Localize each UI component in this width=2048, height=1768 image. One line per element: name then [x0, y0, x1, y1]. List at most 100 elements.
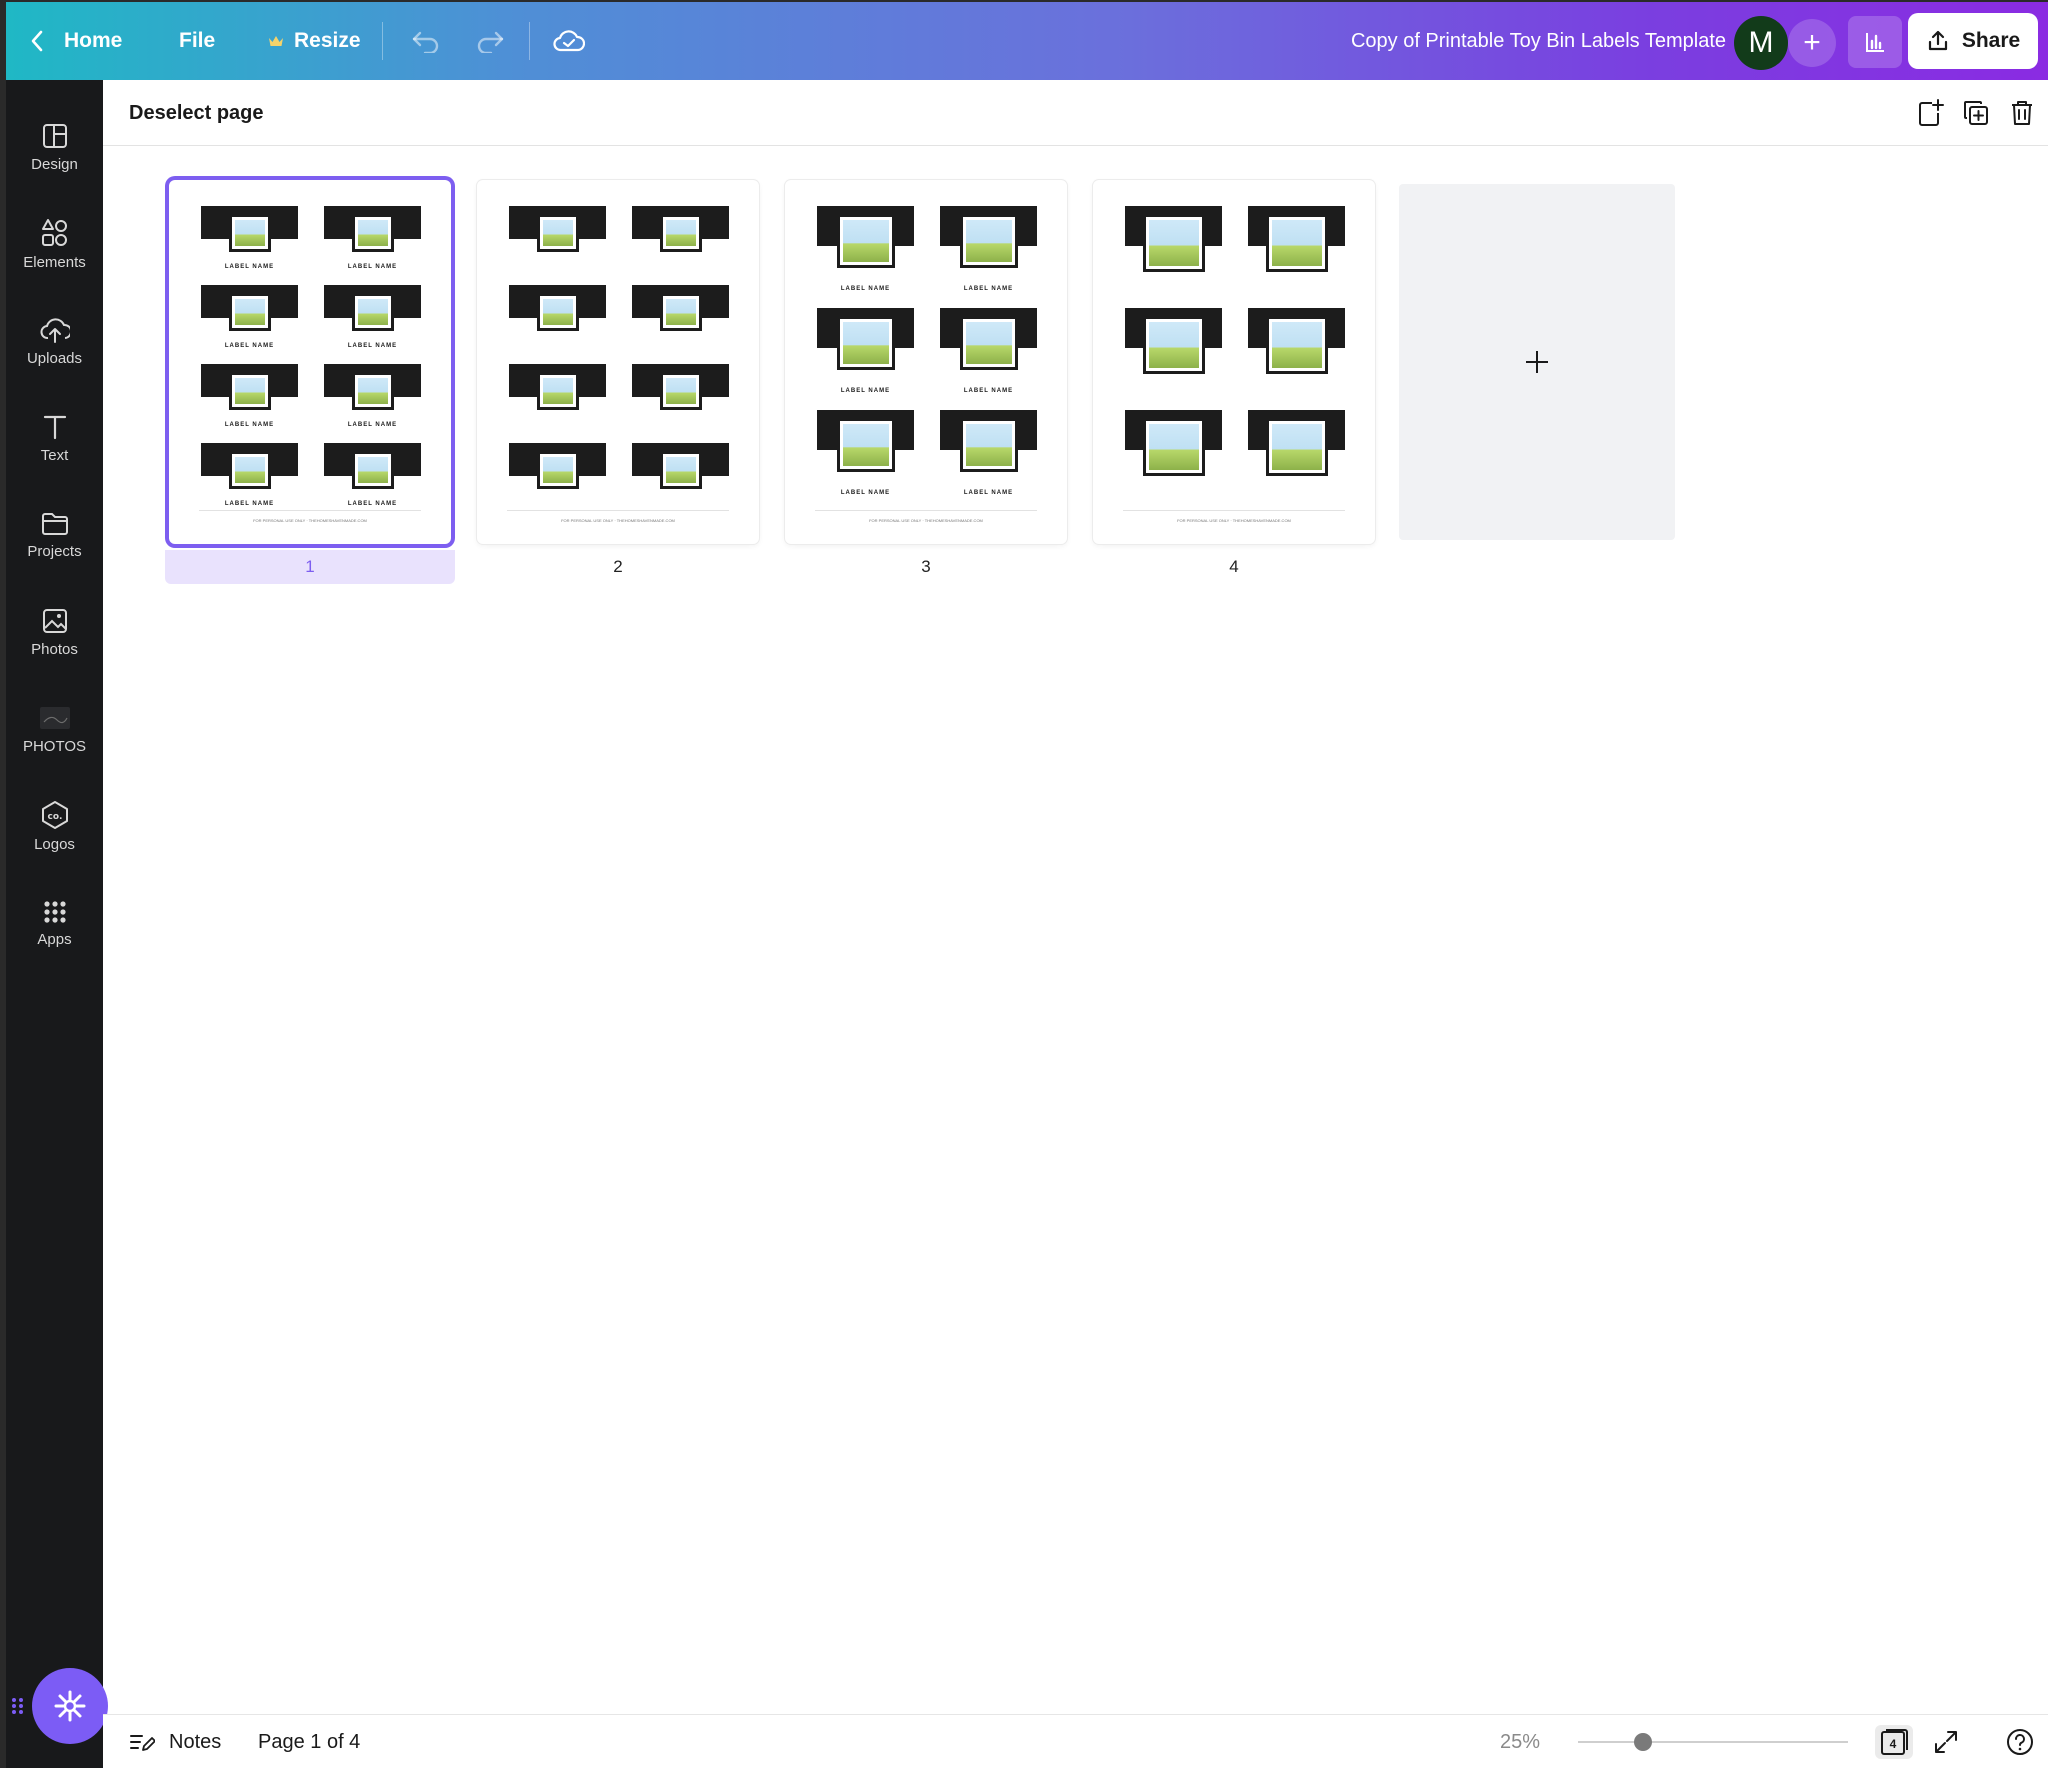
- bin-label: [1248, 308, 1345, 404]
- sidebar-item-logos[interactable]: co. Logos: [6, 781, 103, 871]
- avatar[interactable]: M: [1734, 16, 1788, 70]
- bin-label: LABEL NAME: [201, 443, 298, 516]
- sidebar-item-design[interactable]: Design: [6, 102, 103, 192]
- page-grid-view-button[interactable]: 4: [1875, 1725, 1913, 1759]
- label-photo-placeholder: [228, 451, 271, 489]
- label-photo-placeholder: [1265, 418, 1328, 476]
- deselect-page-button[interactable]: Deselect page: [129, 80, 264, 146]
- bin-label: LABEL NAME: [817, 308, 914, 404]
- bin-label: [632, 364, 729, 437]
- bin-label: [632, 443, 729, 516]
- sparkle-asterisk-icon: [54, 1690, 86, 1722]
- bin-label: LABEL NAME: [817, 410, 914, 506]
- label-photo-placeholder: [536, 293, 579, 331]
- bin-label: [1248, 410, 1345, 506]
- bin-label: LABEL NAME: [201, 206, 298, 279]
- file-menu-button[interactable]: File: [179, 2, 215, 80]
- zoom-slider-thumb[interactable]: [1634, 1733, 1652, 1751]
- label-photo-placeholder: [1265, 316, 1328, 374]
- plus-icon: +: [1803, 26, 1821, 59]
- page-footer-text: FOR PERSONAL USE ONLY · THEHOMESHAVENMAD…: [1177, 518, 1291, 523]
- resize-button[interactable]: Resize: [268, 2, 361, 80]
- fullscreen-button[interactable]: [1933, 1715, 1959, 1768]
- sidebar-item-uploads[interactable]: Uploads: [6, 296, 103, 386]
- share-button[interactable]: Share: [1908, 13, 2038, 69]
- page-thumbnail[interactable]: FOR PERSONAL USE ONLY · THEHOMESHAVENMAD…: [477, 180, 759, 544]
- page-number: 4: [1229, 557, 1239, 576]
- trash-icon: [2012, 101, 2032, 125]
- sidebar-item-photos-app[interactable]: PHOTOS: [6, 684, 103, 774]
- help-button[interactable]: [2006, 1715, 2034, 1768]
- label-photo-placeholder: [1265, 214, 1328, 272]
- add-page-icon: [1919, 99, 1944, 126]
- sidebar-item-elements[interactable]: Elements: [6, 199, 103, 289]
- duplicate-page-button[interactable]: [1959, 96, 1993, 130]
- expand-icon: [1935, 1731, 1957, 1753]
- footer-divider: [1123, 510, 1345, 511]
- page-thumbnail[interactable]: FOR PERSONAL USE ONLY · THEHOMESHAVENMAD…: [1093, 180, 1375, 544]
- label-name-text: LABEL NAME: [963, 490, 1014, 496]
- label-name-text: LABEL NAME: [840, 286, 891, 292]
- label-photo-placeholder: [1142, 418, 1205, 476]
- sidebar-item-apps[interactable]: Apps: [6, 878, 103, 968]
- label-photo-placeholder: [659, 214, 702, 252]
- notes-button[interactable]: Notes: [129, 1715, 221, 1768]
- bin-label: [1125, 410, 1222, 506]
- magic-assistant-button[interactable]: [32, 1668, 108, 1744]
- logos-icon: co.: [41, 800, 68, 829]
- bin-label: LABEL NAME: [324, 206, 421, 279]
- label-photo-placeholder: [351, 293, 394, 331]
- add-people-button[interactable]: +: [1788, 19, 1836, 67]
- bin-label: LABEL NAME: [940, 410, 1037, 506]
- redo-button[interactable]: [475, 2, 505, 80]
- home-button[interactable]: Home: [30, 2, 122, 80]
- label-photo-placeholder: [351, 214, 394, 252]
- label-name-text: LABEL NAME: [963, 388, 1014, 394]
- cloud-check-icon: [553, 30, 585, 52]
- bin-label: [632, 285, 729, 358]
- label-name-text: LABEL NAME: [347, 422, 398, 428]
- bin-label: LABEL NAME: [324, 443, 421, 516]
- insights-button[interactable]: [1848, 16, 1902, 68]
- sidebar-item-label: Uploads: [26, 349, 83, 367]
- page-thumbnail[interactable]: LABEL NAME LABEL NAME LABEL NAME LABEL NAME…: [785, 180, 1067, 544]
- drag-handle-icon[interactable]: [10, 1696, 26, 1716]
- label-name-text: LABEL NAME: [840, 490, 891, 496]
- zoom-slider-track[interactable]: [1578, 1741, 1848, 1743]
- sidebar-item-text[interactable]: Text: [6, 393, 103, 483]
- pages-icon: 4: [1881, 1729, 1908, 1755]
- label-name-text: LABEL NAME: [963, 286, 1014, 292]
- label-name-text: LABEL NAME: [840, 388, 891, 394]
- cloud-save-status[interactable]: [553, 2, 585, 80]
- undo-button[interactable]: [411, 2, 441, 80]
- label-photo-placeholder: [659, 293, 702, 331]
- resize-label: Resize: [294, 29, 361, 52]
- share-label: Share: [1961, 29, 2021, 52]
- delete-page-button[interactable]: [2005, 96, 2039, 130]
- label-name-text: LABEL NAME: [347, 343, 398, 349]
- sidebar-item-projects[interactable]: Projects: [6, 490, 103, 580]
- label-photo-placeholder: [536, 214, 579, 252]
- label-photo-placeholder: [228, 293, 271, 331]
- bin-label: [632, 206, 729, 279]
- page-footer-text: FOR PERSONAL USE ONLY · THEHOMESHAVENMAD…: [869, 518, 983, 523]
- add-page-button[interactable]: [1913, 96, 1947, 130]
- page-thumbnail[interactable]: LABEL NAME LABEL NAME LABEL NAME LABEL NAME…: [169, 180, 451, 544]
- svg-text:4: 4: [1890, 1737, 1897, 1751]
- label-photo-placeholder: [228, 372, 271, 410]
- design-icon: [42, 123, 67, 148]
- photos-icon: [42, 608, 67, 633]
- document-title[interactable]: Copy of Printable Toy Bin Labels Templat…: [1351, 2, 1726, 80]
- sidebar-item-label: Photos: [31, 640, 78, 658]
- page-number: 1: [165, 550, 455, 584]
- label-name-text: LABEL NAME: [347, 501, 398, 507]
- sidebar-item-label: Elements: [23, 253, 86, 271]
- zoom-level[interactable]: 25%: [1500, 1715, 1540, 1768]
- sidebar-item-photos[interactable]: Photos: [6, 587, 103, 677]
- toolbar-divider: [529, 22, 530, 60]
- label-name-text: LABEL NAME: [224, 343, 275, 349]
- label-photo-placeholder: [959, 214, 1018, 268]
- toolbar-divider: [382, 22, 383, 60]
- add-page-tile[interactable]: [1399, 184, 1675, 540]
- label-photo-placeholder: [836, 418, 895, 472]
